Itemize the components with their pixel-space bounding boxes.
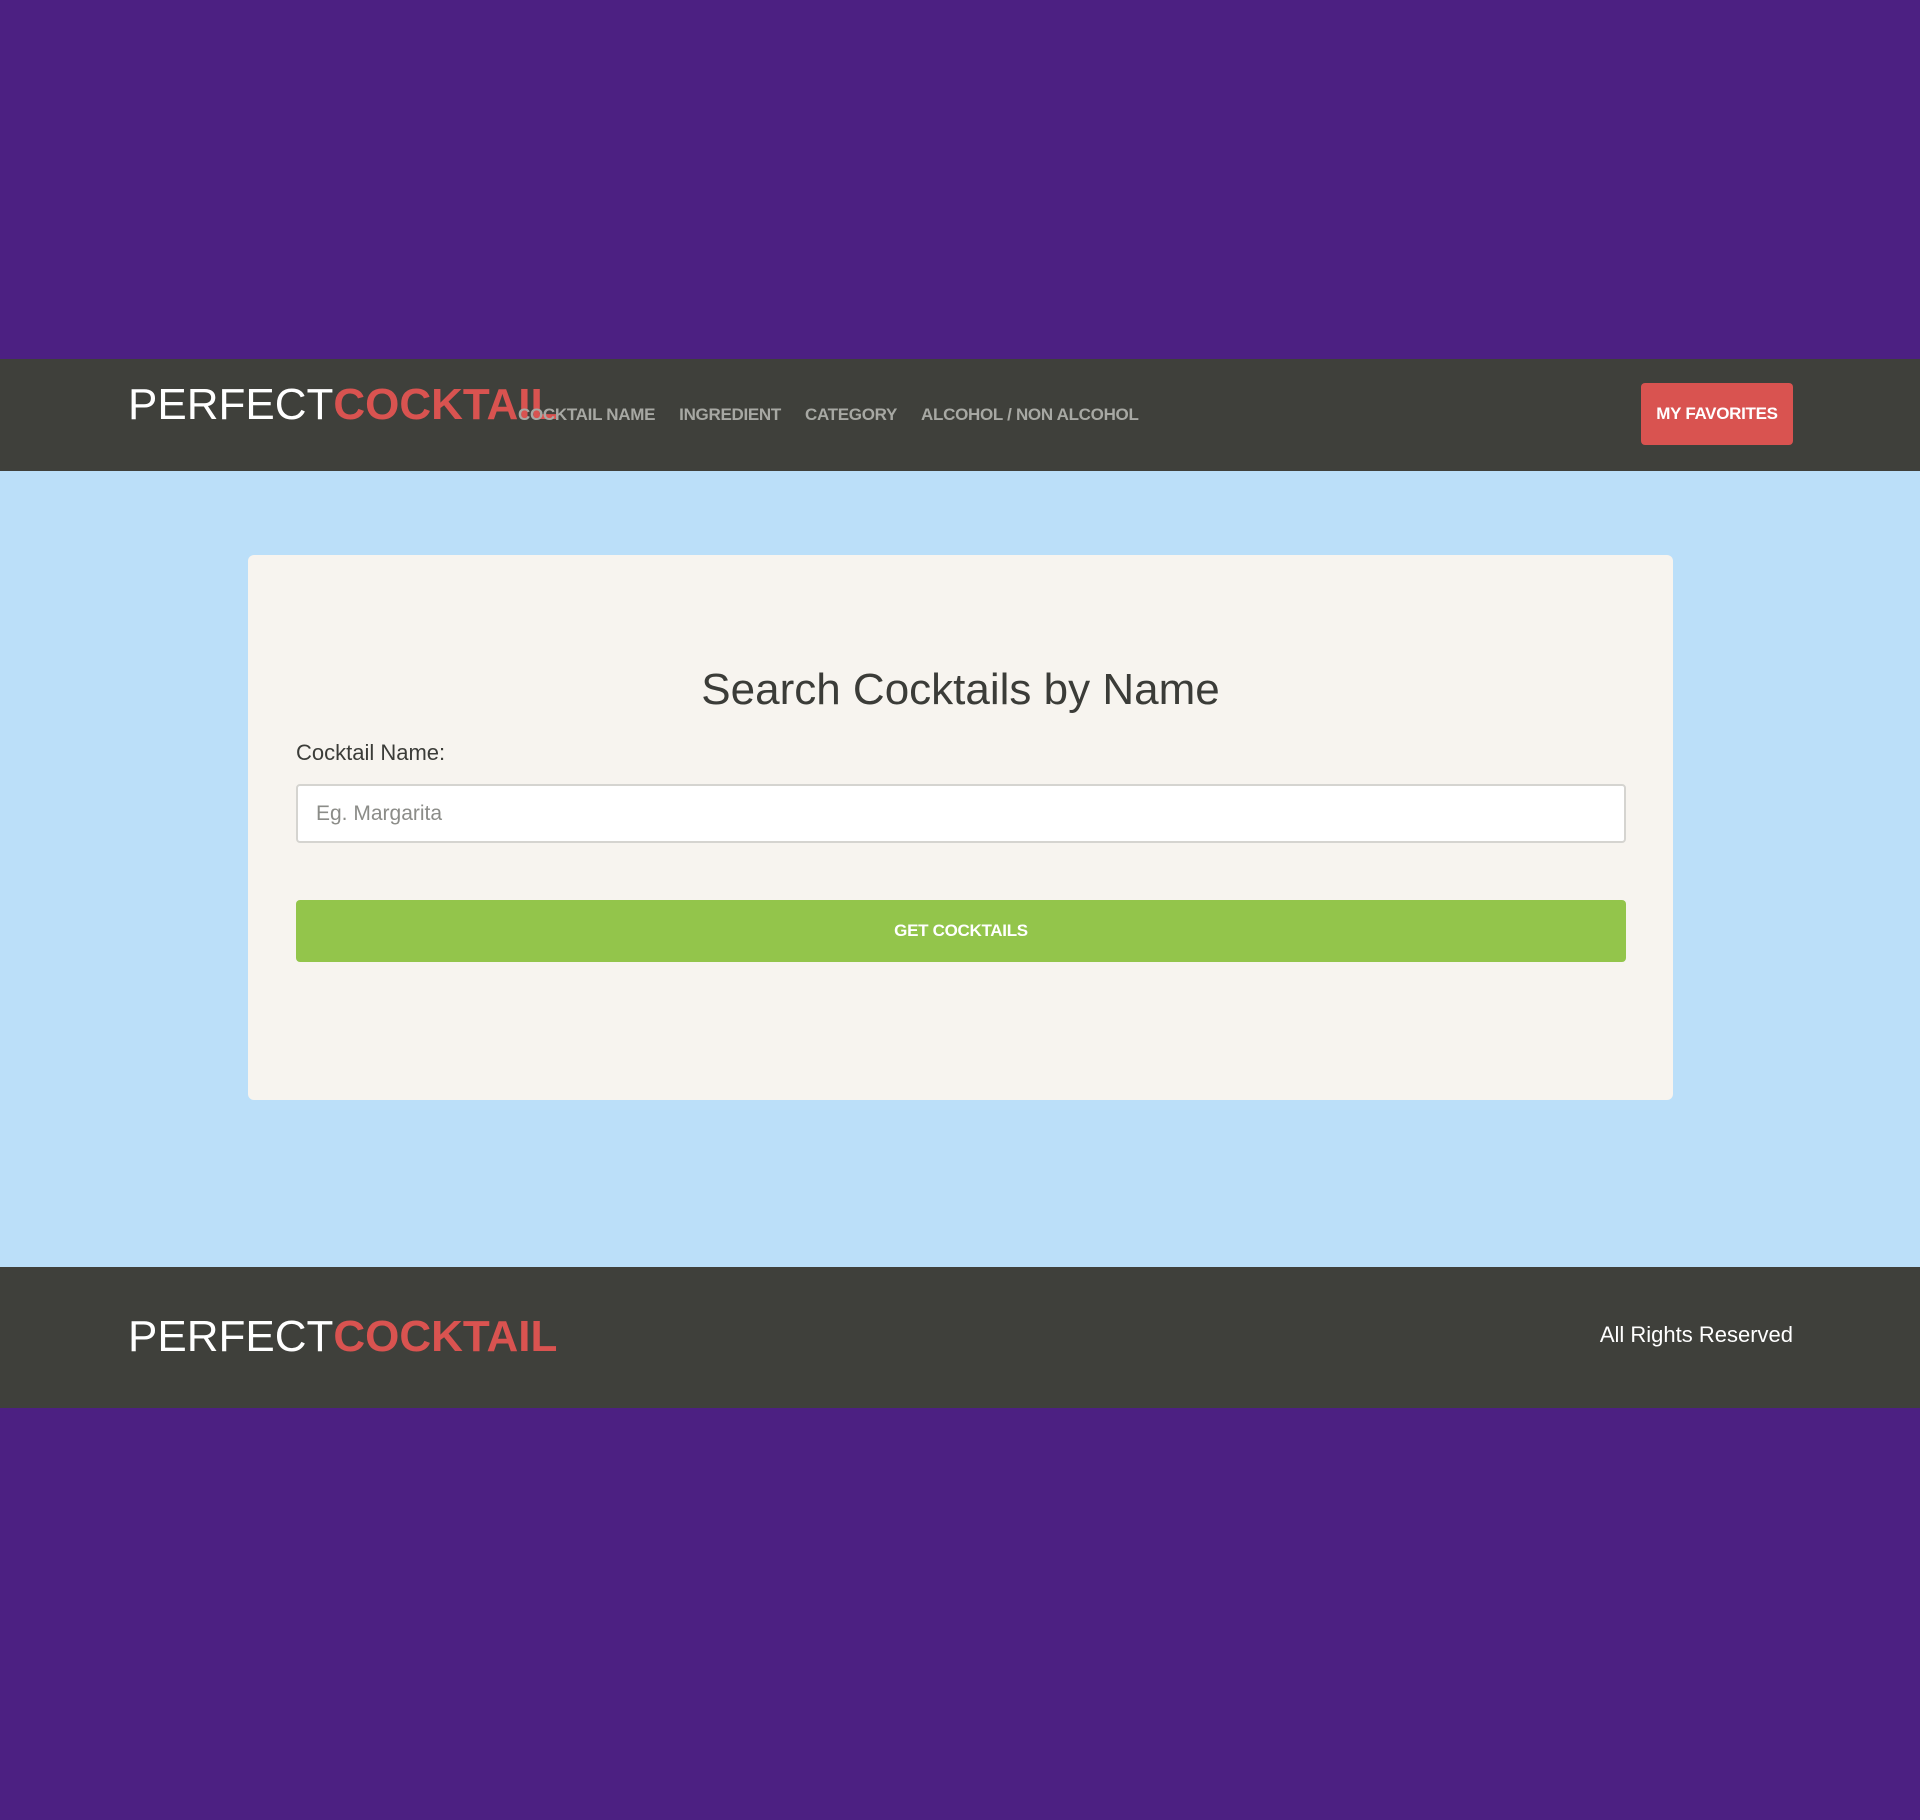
nav-link-category[interactable]: CATEGORY [805, 405, 897, 425]
brand-light-text: PERFECT [128, 380, 334, 429]
nav-link-alcohol[interactable]: ALCOHOL / NON ALCOHOL [921, 405, 1139, 425]
main-content: Search Cocktails by Name Cocktail Name: … [0, 471, 1920, 1267]
cocktail-name-label: Cocktail Name: [296, 740, 446, 765]
footer: PERFECTCOCKTAIL All Rights Reserved [0, 1267, 1920, 1408]
search-card: Search Cocktails by Name Cocktail Name: … [248, 555, 1673, 1100]
footer-brand-light-text: PERFECT [128, 1312, 334, 1361]
footer-brand-bold-text: COCKTAIL [333, 1312, 558, 1361]
copyright-text: All Rights Reserved [1599, 1322, 1793, 1347]
navbar: PERFECTCOCKTAIL COCKTAIL NAME INGREDIENT… [0, 359, 1920, 471]
get-cocktails-button[interactable]: GET COCKTAILS [296, 900, 1626, 962]
cocktail-name-input[interactable] [296, 784, 1626, 843]
nav-link-ingredient[interactable]: INGREDIENT [679, 405, 781, 425]
page-title: Search Cocktails by Name [701, 665, 1220, 714]
my-favorites-button[interactable]: MY FAVORITES [1641, 383, 1793, 445]
footer-brand-logo[interactable]: PERFECTCOCKTAIL [128, 1315, 557, 1359]
brand-logo[interactable]: PERFECTCOCKTAIL [128, 383, 557, 427]
nav-link-cocktail-name[interactable]: COCKTAIL NAME [518, 405, 655, 425]
page: PERFECTCOCKTAIL COCKTAIL NAME INGREDIENT… [0, 359, 1920, 1408]
nav-links: COCKTAIL NAME INGREDIENT CATEGORY ALCOHO… [518, 405, 1163, 425]
